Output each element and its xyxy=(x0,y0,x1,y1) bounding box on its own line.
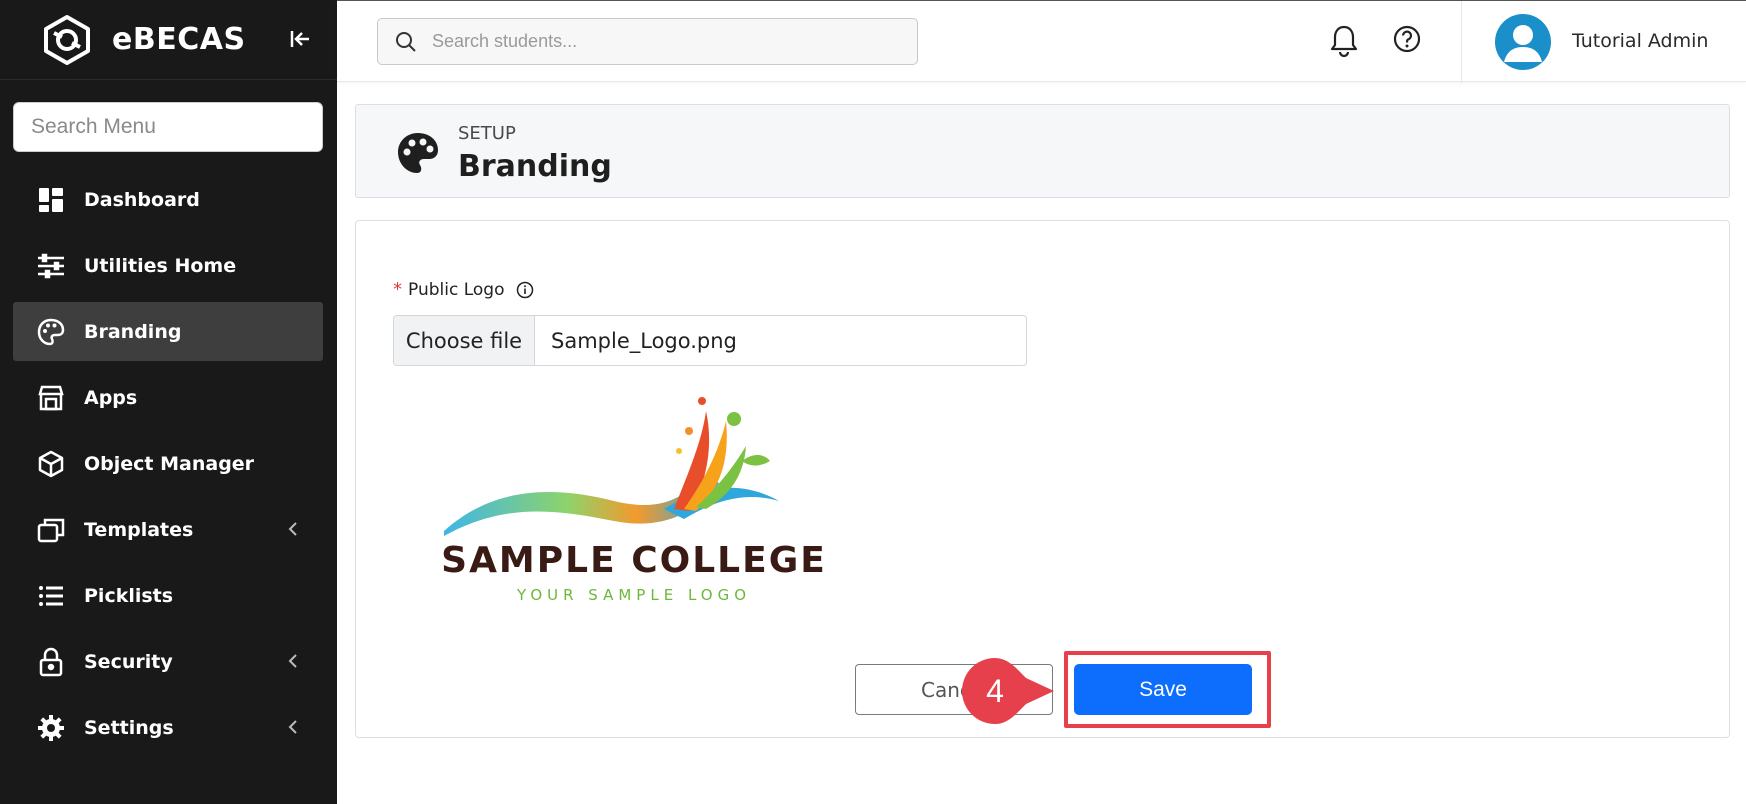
field-label-text: Public Logo xyxy=(408,279,505,300)
page-title: Branding xyxy=(458,149,612,184)
sidebar-item-picklists[interactable]: Picklists xyxy=(13,566,323,625)
cube-icon xyxy=(36,449,66,479)
chevron-left-icon xyxy=(288,522,297,536)
user-icon xyxy=(1504,25,1542,62)
search-icon xyxy=(396,31,416,52)
breadcrumb-section: SETUP xyxy=(458,123,516,144)
sidebar-item-security[interactable]: Security xyxy=(13,632,323,691)
app-root: eBECAS Dashboard Utilities Home xyxy=(0,0,1746,804)
app-name: eBECAS xyxy=(112,22,246,57)
sidebar-item-label: Security xyxy=(84,650,173,673)
step-marker: 4 xyxy=(958,654,1058,728)
topbar: Tutorial Admin xyxy=(337,0,1746,83)
chevron-left-icon xyxy=(288,720,297,734)
sidebar-item-settings[interactable]: Settings xyxy=(13,698,323,757)
sidebar-item-utilities-home[interactable]: Utilities Home xyxy=(13,236,323,295)
sidebar-item-label: Dashboard xyxy=(84,188,200,211)
avatar[interactable] xyxy=(1495,14,1551,70)
chevron-left-icon xyxy=(288,654,297,668)
required-marker: * xyxy=(393,279,402,300)
student-search-input[interactable] xyxy=(432,31,892,52)
choose-file-button[interactable]: Choose file xyxy=(394,316,535,365)
page-header: SETUP Branding xyxy=(355,104,1730,198)
gear-icon xyxy=(36,713,66,743)
sidebar-item-label: Utilities Home xyxy=(84,254,237,277)
branding-form: * Public Logo Choose file Sample_Logo.pn… xyxy=(355,220,1730,738)
save-button[interactable]: Save xyxy=(1074,664,1252,715)
sidebar-item-label: Picklists xyxy=(84,584,174,607)
logo-title-text: SAMPLE COLLEGE xyxy=(441,540,827,581)
sidebar-item-object-manager[interactable]: Object Manager xyxy=(13,434,323,493)
logo-subtitle-text: YOUR SAMPLE LOGO xyxy=(516,586,751,604)
sidebar-item-label: Settings xyxy=(84,716,174,739)
windows-icon xyxy=(36,515,66,545)
sidebar-item-label: Object Manager xyxy=(84,452,255,475)
sidebar-nav: Dashboard Utilities Home Branding Apps O… xyxy=(13,170,323,764)
dashboard-icon xyxy=(36,185,66,215)
sidebar-item-templates[interactable]: Templates xyxy=(13,500,323,559)
sliders-icon xyxy=(36,251,66,281)
sidebar: eBECAS Dashboard Utilities Home xyxy=(0,0,337,804)
collapse-sidebar-icon[interactable] xyxy=(285,24,315,54)
sidebar-item-label: Branding xyxy=(84,320,182,343)
menu-search-input[interactable] xyxy=(13,102,323,152)
sidebar-item-apps[interactable]: Apps xyxy=(13,368,323,427)
sidebar-item-label: Apps xyxy=(84,386,138,409)
sidebar-item-dashboard[interactable]: Dashboard xyxy=(13,170,323,229)
palette-icon xyxy=(36,317,66,347)
public-logo-label: * Public Logo xyxy=(393,279,534,300)
info-icon[interactable] xyxy=(516,281,534,299)
public-logo-file-input[interactable]: Choose file Sample_Logo.png xyxy=(393,315,1027,366)
bell-icon[interactable] xyxy=(1328,23,1360,57)
sidebar-item-branding[interactable]: Branding xyxy=(13,302,323,361)
student-search[interactable] xyxy=(377,18,918,65)
selected-file-name: Sample_Logo.png xyxy=(551,328,737,353)
help-icon[interactable] xyxy=(1391,23,1423,55)
logo-preview-image: SAMPLE COLLEGE YOUR SAMPLE LOGO xyxy=(441,397,827,604)
store-icon xyxy=(36,383,66,413)
palette-icon xyxy=(398,133,438,173)
topbar-divider xyxy=(1461,1,1462,83)
lock-icon xyxy=(36,647,66,677)
brand-header: eBECAS xyxy=(0,0,337,80)
sidebar-item-label: Templates xyxy=(84,518,194,541)
list-icon xyxy=(36,581,66,611)
step-number: 4 xyxy=(986,672,1004,709)
user-name[interactable]: Tutorial Admin xyxy=(1572,30,1708,52)
ebecas-logo-icon xyxy=(44,14,90,65)
